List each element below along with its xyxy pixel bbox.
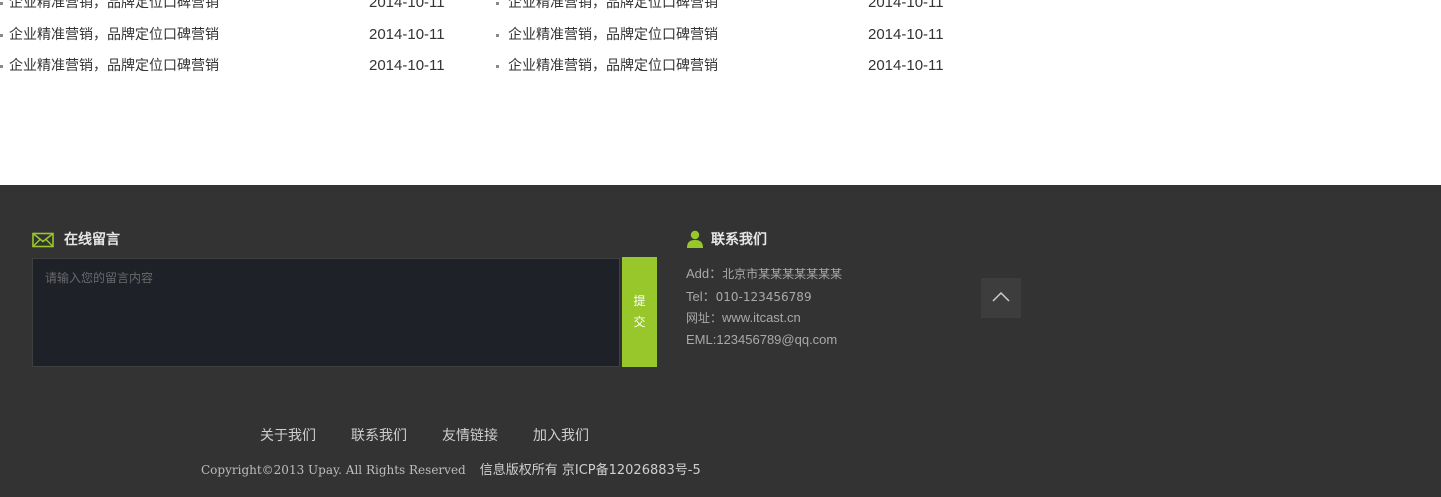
- back-to-top-button[interactable]: [981, 278, 1021, 318]
- contact-email: EML:123456789@qq.com: [686, 332, 838, 347]
- website-value[interactable]: www.itcast.cn: [722, 310, 801, 325]
- submit-button[interactable]: 提交: [622, 257, 657, 367]
- icp-text: 信息版权所有 京ICP备12026883号-5: [479, 463, 701, 478]
- nav-about[interactable]: 关于我们: [260, 425, 316, 445]
- contact-title: 联系我们: [711, 232, 767, 248]
- news-section: 企业精准营销，品牌定位口碑营销 2014-10-11 企业精准营销，品牌定位口碑…: [0, 0, 1441, 185]
- news-title[interactable]: 企业精准营销，品牌定位口碑营销: [9, 0, 219, 13]
- bullet-icon: [0, 34, 3, 37]
- news-date: 2014-10-11: [868, 0, 944, 11]
- bullet-icon: [496, 34, 499, 37]
- copyright-text: Copyright©2013 Upay. All Rights Reserved: [201, 463, 466, 477]
- news-title[interactable]: 企业精准营销，品牌定位口碑营销: [508, 0, 718, 13]
- mail-icon: [32, 232, 54, 248]
- news-date: 2014-10-11: [369, 26, 445, 43]
- news-date: 2014-10-11: [369, 57, 445, 74]
- news-date: 2014-10-11: [868, 26, 944, 43]
- tel-value: 010-123456789: [715, 290, 812, 304]
- address-value: 北京市某某某某某某某: [722, 267, 843, 281]
- list-item[interactable]: 企业精准营销，品牌定位口碑营销 2014-10-11: [496, 25, 956, 45]
- bullet-icon: [0, 65, 3, 68]
- bullet-icon: [0, 2, 3, 5]
- nav-links[interactable]: 友情链接: [442, 425, 498, 445]
- list-item[interactable]: 企业精准营销，品牌定位口碑营销 2014-10-11: [0, 0, 460, 13]
- list-item[interactable]: 企业精准营销，品牌定位口碑营销 2014-10-11: [0, 56, 460, 76]
- news-title[interactable]: 企业精准营销，品牌定位口碑营销: [508, 56, 718, 76]
- contact-address: Add：北京市某某某某某某某: [686, 263, 842, 282]
- message-title: 在线留言: [64, 232, 120, 248]
- tel-label: Tel：: [686, 289, 716, 304]
- nav-join[interactable]: 加入我们: [533, 425, 589, 445]
- news-date: 2014-10-11: [369, 0, 445, 11]
- footer-nav: 关于我们 联系我们 友情链接 加入我们: [0, 425, 1441, 445]
- chevron-up-icon: [992, 291, 1010, 302]
- website-label: 网址：: [686, 311, 723, 325]
- message-box: [32, 258, 620, 367]
- bullet-icon: [496, 2, 499, 5]
- contact-website: 网址：www.itcast.cn: [686, 309, 801, 326]
- nav-contact[interactable]: 联系我们: [351, 425, 407, 445]
- copyright-line: Copyright©2013 Upay. All Rights Reserved…: [201, 459, 701, 478]
- message-textarea[interactable]: [33, 259, 619, 366]
- news-title[interactable]: 企业精准营销，品牌定位口碑营销: [9, 25, 219, 45]
- bullet-icon: [496, 65, 499, 68]
- address-label: Add：: [686, 266, 723, 281]
- list-item[interactable]: 企业精准营销，品牌定位口碑营销 2014-10-11: [496, 0, 956, 13]
- news-date: 2014-10-11: [868, 57, 944, 74]
- news-title[interactable]: 企业精准营销，品牌定位口碑营销: [508, 25, 718, 45]
- footer: 在线留言 提交 联系我们 Add：北京市某某某某某某某 Tel：010-1234…: [0, 185, 1441, 497]
- list-item[interactable]: 企业精准营销，品牌定位口碑营销 2014-10-11: [0, 25, 460, 45]
- contact-tel: Tel：010-123456789: [686, 286, 812, 305]
- list-item[interactable]: 企业精准营销，品牌定位口碑营销 2014-10-11: [496, 56, 956, 76]
- news-title[interactable]: 企业精准营销，品牌定位口碑营销: [9, 56, 219, 76]
- submit-label: 提交: [633, 294, 646, 329]
- person-icon: [687, 230, 703, 248]
